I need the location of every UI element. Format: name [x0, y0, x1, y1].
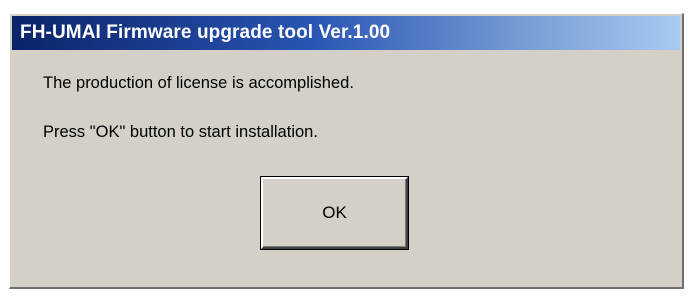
- message-line-2: Press "OK" button to start installation.: [43, 123, 318, 141]
- ok-button[interactable]: OK: [261, 177, 408, 249]
- message-line-1: The production of license is accomplishe…: [43, 74, 354, 92]
- window-title: FH-UMAI Firmware upgrade tool Ver.1.00: [20, 22, 391, 43]
- ok-button-label: OK: [322, 203, 347, 222]
- message-dialog: FH-UMAI Firmware upgrade tool Ver.1.00 T…: [9, 13, 684, 289]
- title-bar[interactable]: FH-UMAI Firmware upgrade tool Ver.1.00: [12, 16, 680, 50]
